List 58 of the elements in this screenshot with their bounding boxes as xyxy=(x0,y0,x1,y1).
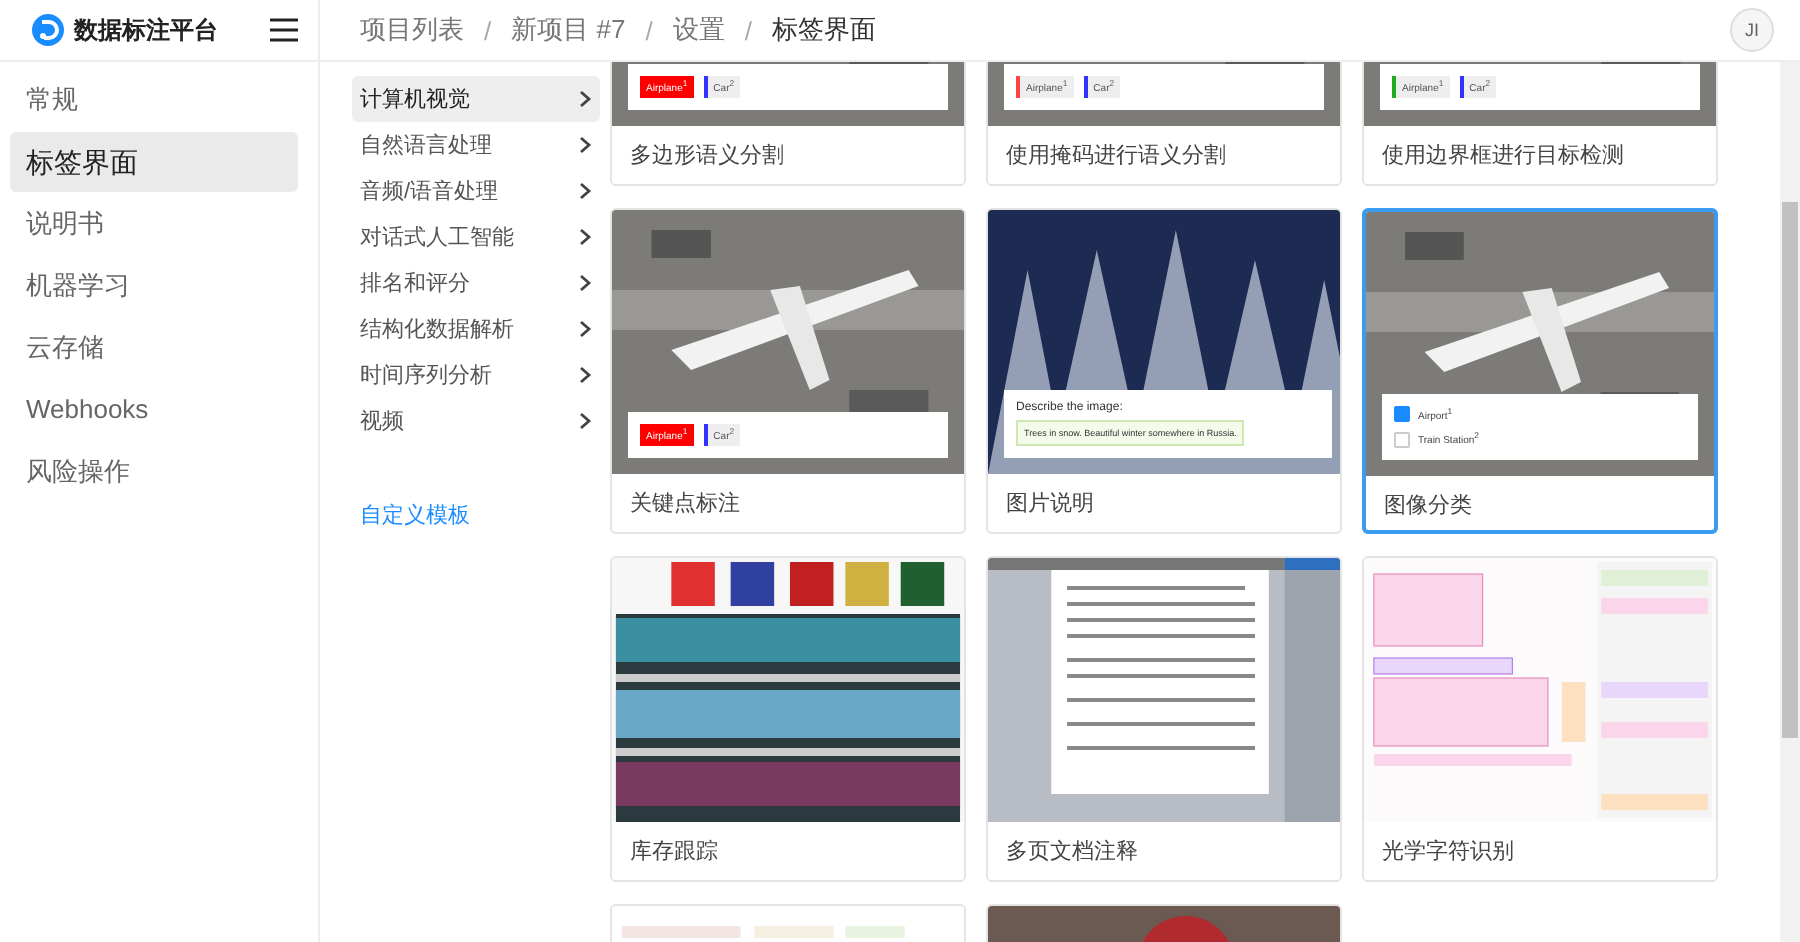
chevron-right-icon xyxy=(578,320,592,338)
app-name: 数据标注平台 xyxy=(74,13,220,47)
breadcrumb-separator: / xyxy=(484,15,492,45)
sidebar-item[interactable]: 常规 xyxy=(10,70,298,130)
chevron-right-icon xyxy=(578,274,592,292)
scrollbar-thumb[interactable] xyxy=(1782,202,1798,738)
user-avatar[interactable]: JI xyxy=(1730,8,1774,52)
checkbox[interactable] xyxy=(1394,406,1410,423)
category-item[interactable]: 对话式人工智能 xyxy=(352,214,600,260)
breadcrumb-link[interactable]: 设置 xyxy=(672,12,725,48)
template-card[interactable]: 库存跟踪 xyxy=(610,556,966,882)
checkbox[interactable] xyxy=(1394,431,1410,448)
sidebar-item[interactable]: Webhooks xyxy=(10,380,298,440)
template-title: 使用边界框进行目标检测 xyxy=(1380,142,1626,172)
category-item[interactable]: 时间序列分析 xyxy=(352,352,600,398)
breadcrumb-separator: / xyxy=(744,15,752,45)
category-item[interactable]: 排名和评分 xyxy=(352,260,600,306)
category-label: 对话式人工智能 xyxy=(360,224,514,252)
category-label: 视频 xyxy=(360,408,404,436)
chevron-right-icon xyxy=(578,412,592,430)
template-title: 图像分类 xyxy=(1382,492,1474,522)
category-label: 自然语言处理 xyxy=(360,131,492,160)
sidebar-item[interactable]: 说明书 xyxy=(10,194,298,254)
template-card[interactable]: 光学字符识别 xyxy=(1362,556,1718,882)
chevron-right-icon xyxy=(578,90,592,108)
sidebar-item[interactable]: 机器学习 xyxy=(10,256,298,316)
category-item[interactable]: 结构化数据解析 xyxy=(352,306,600,352)
sidebar-item[interactable]: 风险操作 xyxy=(10,442,298,502)
sidebar-item[interactable]: 标签界面 xyxy=(10,132,298,192)
chevron-right-icon xyxy=(578,366,592,384)
template-title: 光学字符识别 xyxy=(1380,837,1516,868)
template-title: 图片说明 xyxy=(1004,490,1096,520)
category-item[interactable]: 计算机视觉 xyxy=(352,76,600,122)
template-card[interactable]: 多页文档注释 xyxy=(986,556,1342,882)
breadcrumb-separator: / xyxy=(645,15,653,45)
breadcrumb-link[interactable]: 项目列表 xyxy=(360,12,464,48)
scrollbar[interactable] xyxy=(1780,62,1800,942)
category-item[interactable]: 视频 xyxy=(352,398,600,444)
template-title: 使用掩码进行语义分割 xyxy=(1004,141,1228,172)
template-title: 多边形语义分割 xyxy=(628,141,786,172)
logo-icon xyxy=(32,14,64,46)
category-item[interactable]: 音频/语音处理 xyxy=(352,168,600,214)
category-label: 时间序列分析 xyxy=(360,361,492,390)
template-title: 关键点标注 xyxy=(628,489,742,520)
breadcrumb-link[interactable]: 新项目 #7 xyxy=(511,12,626,48)
category-item[interactable]: 自然语言处理 xyxy=(352,122,600,168)
chevron-right-icon xyxy=(578,136,592,154)
template-title: 多页文档注释 xyxy=(1004,837,1140,868)
category-label: 排名和评分 xyxy=(360,270,470,298)
category-label: 计算机视觉 xyxy=(360,86,470,114)
menu-icon[interactable] xyxy=(270,18,298,42)
category-label: 结构化数据解析 xyxy=(360,316,514,344)
chevron-right-icon xyxy=(578,182,592,200)
sidebar-item[interactable]: 云存储 xyxy=(10,318,298,378)
chevron-right-icon xyxy=(578,228,592,246)
breadcrumb-link[interactable]: 标签界面 xyxy=(771,12,876,48)
template-title: 库存跟踪 xyxy=(628,837,720,868)
category-label: 音频/语音处理 xyxy=(360,177,499,206)
